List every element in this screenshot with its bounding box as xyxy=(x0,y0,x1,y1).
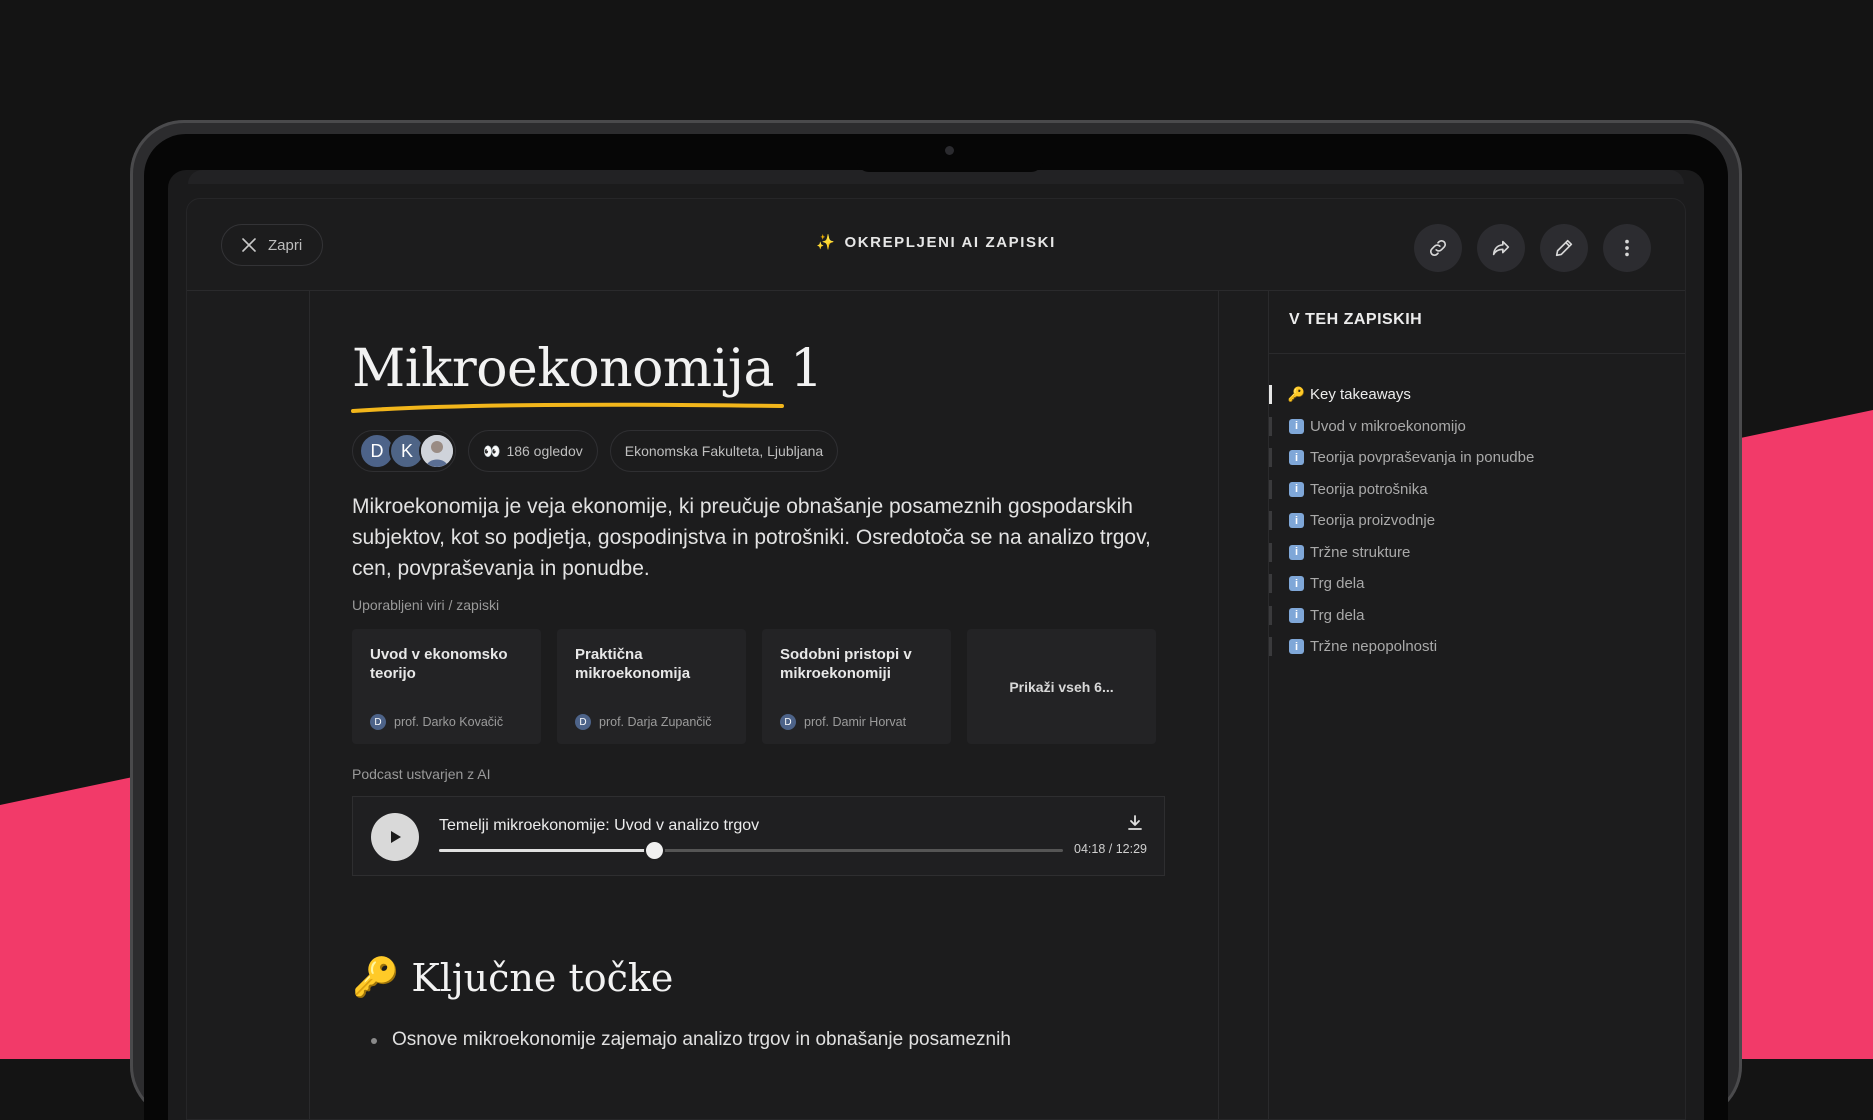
laptop-frame: Zapri ✨ OKREPLJENI AI ZAPISKI Mikroekono… xyxy=(130,120,1742,1120)
sources-label: Uporabljeni viri / zapiski xyxy=(352,597,500,613)
play-icon xyxy=(391,831,401,843)
camera-notch xyxy=(857,134,1043,172)
author-avatar: D xyxy=(575,714,591,730)
author-name: prof. Damir Horvat xyxy=(804,715,907,729)
laptop-bezel: Zapri ✨ OKREPLJENI AI ZAPISKI Mikroekono… xyxy=(144,134,1728,1120)
info-icon: i xyxy=(1289,418,1304,434)
author-name: prof. Darja Zupančič xyxy=(599,715,712,729)
key-icon: 🔑 xyxy=(1287,386,1306,403)
toc-item[interactable]: i Trg dela xyxy=(1269,600,1534,632)
info-icon: i xyxy=(1289,481,1304,497)
source-author: D prof. Damir Horvat xyxy=(780,714,906,730)
share-icon xyxy=(1492,240,1510,256)
source-title: Uvod v ekonomsko teorijo xyxy=(370,646,508,682)
toc-item-label: Trg dela xyxy=(1310,606,1365,624)
download-icon xyxy=(1128,815,1142,830)
camera-icon xyxy=(945,146,954,155)
edit-button[interactable] xyxy=(1540,224,1588,272)
source-author: D prof. Darko Kovačič xyxy=(370,714,503,730)
list-item: Osnove mikroekonomije zajemajo analizo t… xyxy=(371,1029,1011,1050)
info-icon: i xyxy=(1289,576,1304,592)
toc-item[interactable]: i Trg dela xyxy=(1269,568,1534,600)
views-count: 186 ogledov xyxy=(506,443,583,459)
edit-icon xyxy=(1555,239,1573,257)
views-badge: 👀 186 ogledov xyxy=(468,430,598,472)
progress-fill xyxy=(439,849,654,852)
more-icon xyxy=(1625,239,1629,257)
link-icon xyxy=(1429,239,1447,257)
toc-item[interactable]: i Teorija proizvodnje xyxy=(1269,505,1534,537)
author-name: prof. Darko Kovačič xyxy=(394,715,504,729)
divider xyxy=(1269,353,1685,354)
header-title-text: OKREPLJENI AI ZAPISKI xyxy=(844,234,1056,251)
content-divider xyxy=(1218,291,1219,1119)
header-actions xyxy=(1414,224,1651,272)
share-button[interactable] xyxy=(1477,224,1525,272)
copy-link-button[interactable] xyxy=(1414,224,1462,272)
info-icon: i xyxy=(1289,450,1304,466)
toc-list: 🔑 Key takeaways i Uvod v mikroekonomijo iT… xyxy=(1269,379,1534,663)
toc-item-label: Teorija povpraševanja in ponudbe xyxy=(1310,449,1535,467)
source-card[interactable]: Uvod v ekonomsko teorijo D prof. Darko K… xyxy=(352,629,541,744)
toc-item[interactable]: i Teorija potrošnika xyxy=(1269,474,1534,506)
title-underline xyxy=(351,402,784,413)
info-icon: i xyxy=(1289,607,1304,623)
source-title: Sodobni pristopi v mikroekonomiji xyxy=(780,646,912,682)
podcast-label: Podcast ustvarjen z AI xyxy=(352,766,491,782)
institution-label: Ekonomska Fakulteta, Ljubljana xyxy=(624,443,824,459)
more-button[interactable] xyxy=(1603,224,1651,272)
meta-row: D K 👀 186 ogledov Ekonomska Fakulteta, L… xyxy=(352,430,839,472)
progress-slider[interactable] xyxy=(439,842,1063,859)
toc-item[interactable]: i Tržne nepopolnosti xyxy=(1269,631,1534,663)
screen: Zapri ✨ OKREPLJENI AI ZAPISKI Mikroekono… xyxy=(168,170,1704,1120)
app-header: Zapri ✨ OKREPLJENI AI ZAPISKI xyxy=(187,199,1685,291)
collaborators[interactable]: D K xyxy=(352,430,456,472)
left-gutter xyxy=(187,291,310,1119)
key-icon: 🔑 xyxy=(352,955,400,999)
main-content: Mikroekonomija 1 D K 👀 186 ogledov Ekono… xyxy=(351,291,1182,1119)
author-avatar: D xyxy=(370,714,386,730)
eyes-icon: 👀 xyxy=(483,442,501,459)
info-icon: i xyxy=(1289,513,1304,529)
show-all-label: Prikaži vseh 6... xyxy=(1009,678,1114,695)
toc-item-label: Tržne strukture xyxy=(1310,543,1411,561)
author-avatar: D xyxy=(780,714,796,730)
source-card[interactable]: Sodobni pristopi v mikroekonomiji D prof… xyxy=(762,629,951,744)
toc-item-key-takeaways[interactable]: 🔑 Key takeaways xyxy=(1269,379,1534,411)
toc-item-label: Tržne nepopolnosti xyxy=(1310,638,1438,656)
key-points-title: Ključne točke xyxy=(411,955,674,1000)
institution-badge: Ekonomska Fakulteta, Ljubljana xyxy=(609,430,839,472)
source-title: Praktična mikroekonomija xyxy=(575,646,691,682)
progress-handle[interactable] xyxy=(645,842,663,859)
toc-item-label: Teorija potrošnika xyxy=(1310,480,1428,498)
notes-app: Zapri ✨ OKREPLJENI AI ZAPISKI Mikroekono… xyxy=(186,198,1686,1120)
page-title: Mikroekonomija 1 xyxy=(352,339,823,399)
toc-item-label: Trg dela xyxy=(1310,575,1365,593)
download-button[interactable] xyxy=(1126,814,1144,832)
toc-item[interactable]: i Uvod v mikroekonomijo xyxy=(1269,411,1534,443)
stacked-window xyxy=(188,170,1684,184)
source-author: D prof. Darja Zupančič xyxy=(575,714,712,730)
toc-item-label: Uvod v mikroekonomijo xyxy=(1310,417,1466,435)
toc-item-label: Teorija proizvodnje xyxy=(1310,512,1436,530)
info-icon: i xyxy=(1289,639,1304,655)
sources-cards: Uvod v ekonomsko teorijo D prof. Darko K… xyxy=(352,629,1156,744)
show-all-sources-button[interactable]: Prikaži vseh 6... xyxy=(967,629,1156,744)
toc-item-label: Key takeaways xyxy=(1310,386,1411,404)
key-points-heading: 🔑 Ključne točke xyxy=(352,955,673,1000)
info-icon: i xyxy=(1289,544,1304,560)
toc-item[interactable]: i Teorija povpraševanja in ponudbe xyxy=(1269,442,1534,474)
play-button[interactable] xyxy=(371,813,419,861)
table-of-contents: V TEH ZAPISKIH 🔑 Key takeaways i Uvod v mi… xyxy=(1268,291,1685,1119)
toc-title: V TEH ZAPISKIH xyxy=(1289,311,1423,328)
source-card[interactable]: Praktična mikroekonomija D prof. Darja Z… xyxy=(557,629,746,744)
sparkles-icon: ✨ xyxy=(816,234,837,251)
description: Mikroekonomija je veja ekonomije, ki pre… xyxy=(352,495,1151,580)
podcast-player: Temelji mikroekonomije: Uvod v analizo t… xyxy=(352,796,1165,876)
avatar-photo xyxy=(419,433,455,469)
toc-item[interactable]: i Tržne strukture xyxy=(1269,537,1534,569)
podcast-time: 04:18 / 12:29 xyxy=(1074,842,1147,856)
podcast-title: Temelji mikroekonomije: Uvod v analizo t… xyxy=(439,817,760,834)
